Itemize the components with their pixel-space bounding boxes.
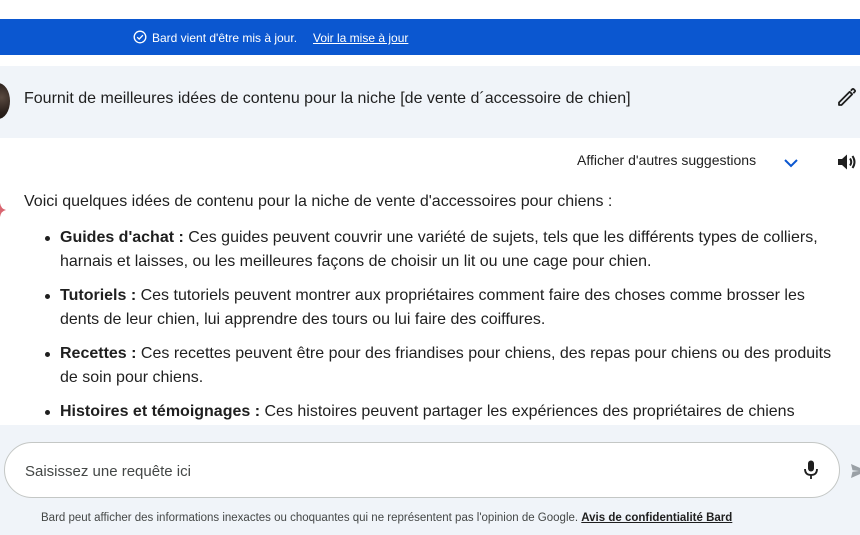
privacy-notice-link[interactable]: Avis de confidentialité Bard (581, 512, 732, 524)
update-banner: Bard vient d'être mis à jour. Voir la mi… (0, 19, 860, 55)
list-item: Histoires et témoignages : Ces histoires… (24, 400, 834, 424)
volume-icon[interactable] (835, 150, 859, 174)
list-item: Recettes : Ces recettes peuvent être pou… (24, 342, 834, 390)
top-strip (0, 0, 860, 19)
bard-sparkle-icon (0, 203, 6, 217)
list-item: Tutoriels : Ces tutoriels peuvent montre… (24, 284, 834, 332)
bard-page: Bard vient d'être mis à jour. Voir la mi… (0, 0, 860, 535)
send-icon[interactable] (850, 462, 860, 480)
chevron-down-icon[interactable] (781, 155, 801, 171)
view-update-link[interactable]: Voir la mise à jour (313, 31, 408, 45)
item-text: Ces recettes peuvent être pour des frian… (60, 345, 832, 386)
idea-list: Guides d'achat : Ces guides peuvent couv… (24, 226, 834, 424)
list-item: Guides d'achat : Ces guides peuvent couv… (24, 226, 834, 274)
update-message: Bard vient d'être mis à jour. (152, 31, 298, 45)
show-other-drafts-button[interactable]: Afficher d'autres suggestions (577, 152, 756, 172)
item-text: Ces tutoriels peuvent montrer aux propri… (60, 287, 805, 328)
disclaimer: Bard peut afficher des informations inex… (41, 512, 732, 524)
response-intro: Voici quelques idées de contenu pour la … (24, 193, 613, 210)
item-title: Recettes : (60, 345, 137, 362)
item-text: Ces histoires peuvent partager les expér… (260, 403, 795, 420)
check-circle-icon (133, 30, 147, 44)
item-title: Guides d'achat : (60, 229, 184, 246)
user-avatar (0, 83, 10, 119)
item-title: Tutoriels : (60, 287, 137, 304)
prompt-input[interactable] (25, 460, 785, 482)
prompt-input-box (4, 442, 840, 498)
microphone-icon[interactable] (802, 459, 820, 481)
prompt-text: Fournit de meilleures idées de contenu p… (24, 90, 631, 107)
disclaimer-text: Bard peut afficher des informations inex… (41, 512, 582, 524)
user-prompt-row: Fournit de meilleures idées de contenu p… (0, 66, 860, 138)
response-content: Voici quelques idées de contenu pour la … (24, 190, 834, 428)
item-title: Histoires et témoignages : (60, 403, 261, 420)
pencil-icon[interactable] (836, 86, 858, 108)
